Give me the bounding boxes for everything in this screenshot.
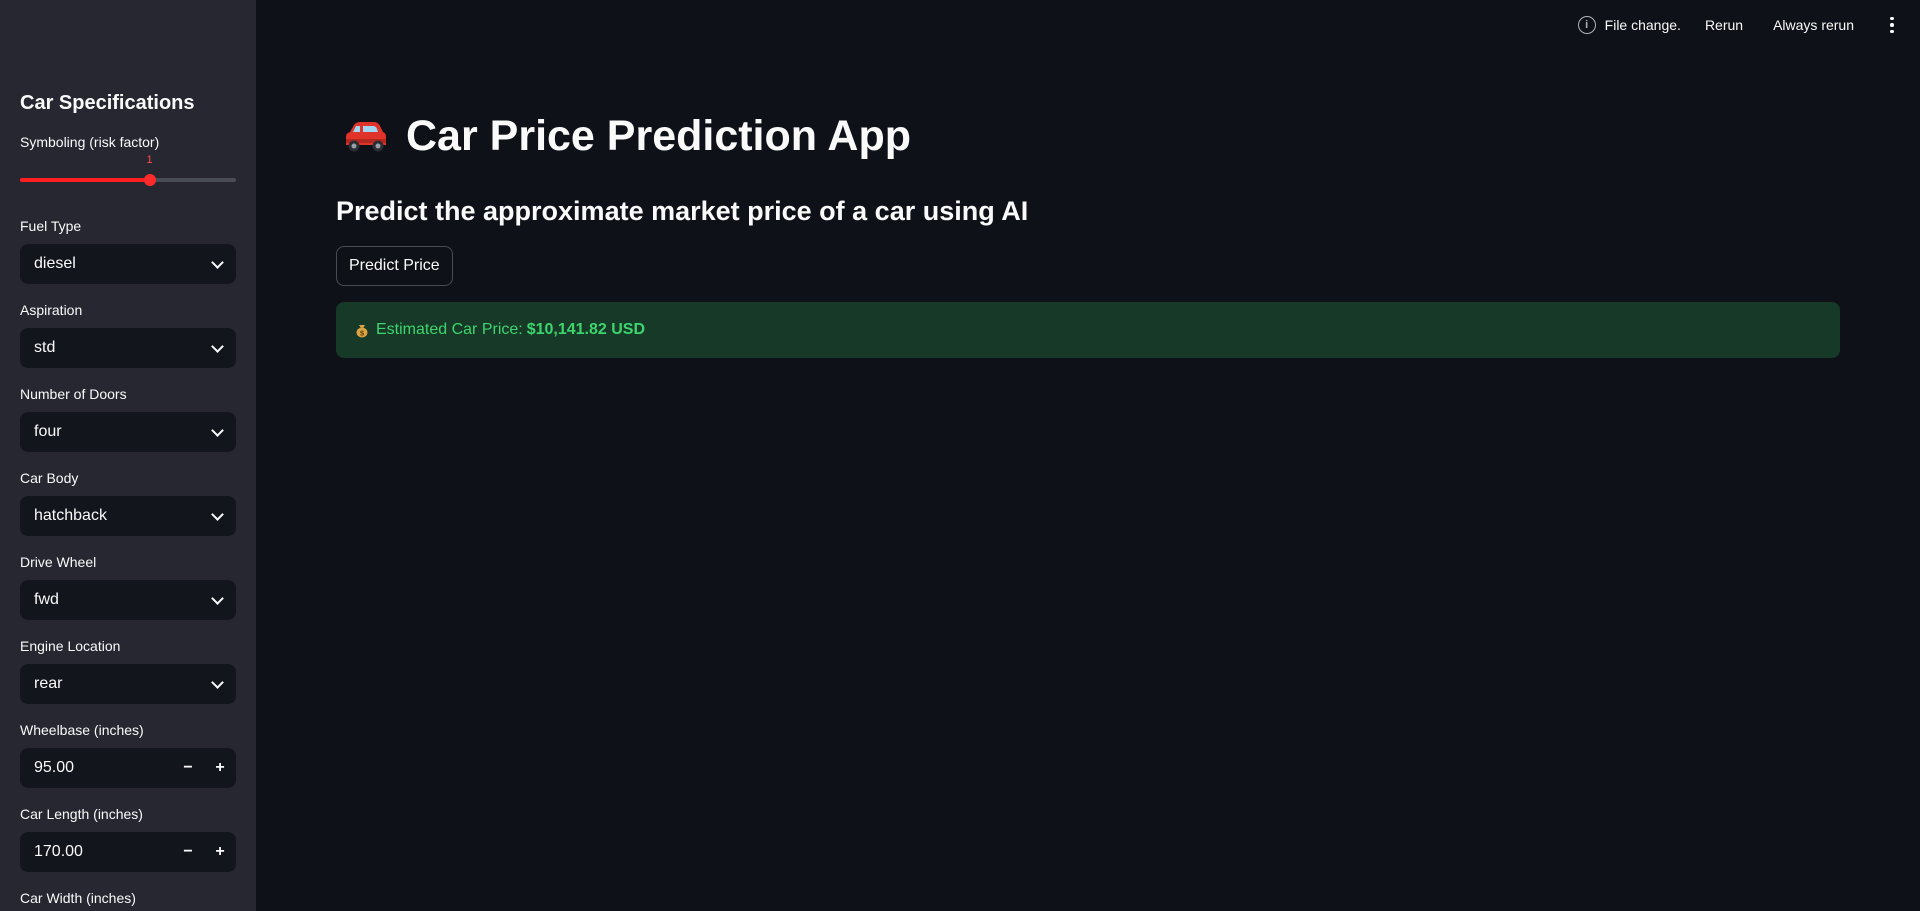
doors-value: four: [34, 423, 62, 440]
always-rerun-button[interactable]: Always rerun: [1773, 17, 1854, 33]
wheelbase-value[interactable]: 95.00: [20, 759, 172, 777]
chevron-down-icon: [211, 339, 224, 353]
car-width-label: Car Width (inches): [20, 890, 136, 906]
fuel-type-label: Fuel Type: [20, 218, 82, 234]
page-subtitle: Predict the approximate market price of …: [336, 196, 1029, 226]
doors-label: Number of Doors: [20, 386, 127, 402]
sidebar-title: Car Specifications: [20, 92, 195, 114]
chevron-down-icon: [211, 675, 224, 689]
wheelbase-decrement-button[interactable]: −: [172, 748, 204, 788]
info-icon: i: [1577, 16, 1596, 34]
svg-text:$: $: [360, 330, 365, 338]
sidebar: Car Specifications Symboling (risk facto…: [0, 0, 256, 911]
result-value: $10,141.82 USD: [526, 321, 646, 338]
drive-wheel-label: Drive Wheel: [20, 554, 97, 570]
file-change-status: File change.: [1604, 17, 1681, 33]
car-length-label: Car Length (inches): [20, 806, 143, 822]
aspiration-select[interactable]: std: [20, 328, 236, 368]
chevron-down-icon: [211, 507, 224, 521]
wheelbase-increment-button[interactable]: +: [204, 748, 236, 788]
wheelbase-label: Wheelbase (inches): [20, 722, 144, 738]
fuel-type-value: diesel: [34, 255, 76, 272]
car-icon: [346, 121, 386, 151]
chevron-down-icon: [211, 255, 224, 269]
wheelbase-input[interactable]: 95.00 − +: [20, 748, 236, 788]
car-length-decrement-button[interactable]: −: [172, 832, 204, 872]
car-body-select[interactable]: hatchback: [20, 496, 236, 536]
engine-location-select[interactable]: rear: [20, 664, 236, 704]
symboling-label: Symboling (risk factor): [20, 134, 160, 150]
slider-thumb[interactable]: [143, 174, 156, 186]
rerun-button[interactable]: Rerun: [1705, 17, 1743, 33]
car-length-input[interactable]: 170.00 − +: [20, 832, 236, 872]
fuel-type-select[interactable]: diesel: [20, 244, 236, 284]
aspiration-label: Aspiration: [20, 302, 83, 318]
drive-wheel-value: fwd: [34, 591, 59, 608]
page-title: Car Price Prediction App: [340, 112, 911, 161]
chevron-down-icon: [211, 591, 224, 605]
top-toolbar: i File change. Rerun Always rerun: [1577, 16, 1900, 34]
engine-location-label: Engine Location: [20, 638, 121, 654]
predict-price-button[interactable]: Predict Price: [336, 246, 453, 286]
symboling-slider[interactable]: 1: [20, 154, 236, 186]
car-body-label: Car Body: [20, 470, 79, 486]
money-bag-icon: $: [356, 325, 368, 338]
chevron-down-icon: [211, 423, 224, 437]
car-length-increment-button[interactable]: +: [204, 832, 236, 872]
drive-wheel-select[interactable]: fwd: [20, 580, 236, 620]
doors-select[interactable]: four: [20, 412, 236, 452]
car-length-value[interactable]: 170.00: [20, 843, 172, 861]
slider-fill: [20, 178, 150, 182]
page-title-text: Car Price Prediction App: [406, 112, 911, 160]
aspiration-value: std: [34, 339, 56, 356]
engine-location-value: rear: [34, 675, 63, 692]
result-alert: $ Estimated Car Price: $10,141.82 USD: [336, 302, 1840, 358]
result-label: Estimated Car Price:: [376, 321, 523, 338]
main-menu-icon[interactable]: [1884, 16, 1900, 34]
car-body-value: hatchback: [34, 507, 107, 524]
slider-value: 1: [146, 154, 153, 166]
